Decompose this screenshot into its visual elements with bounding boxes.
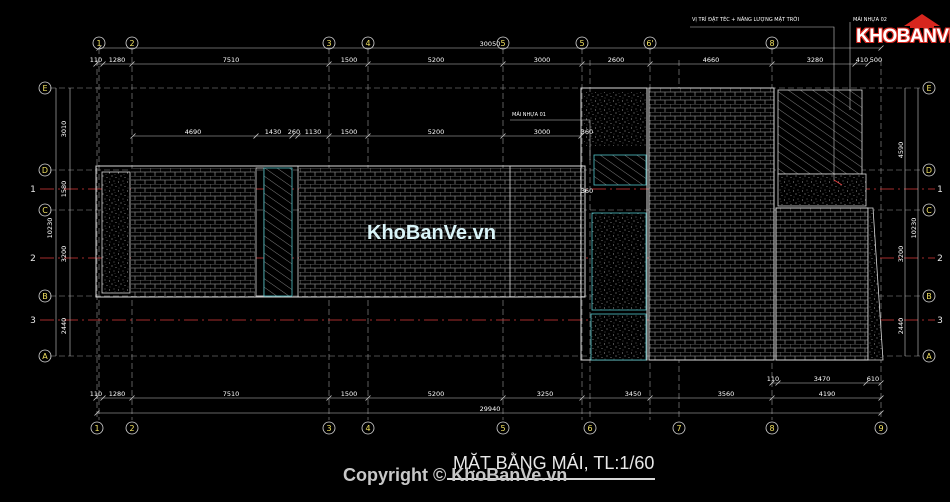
copyright-watermark: Copyright © KhoBanVe.vn bbox=[343, 465, 568, 485]
grid-bubble-bottom-label: 7 bbox=[676, 424, 681, 433]
grid-bubble-top-label: 1 bbox=[96, 39, 101, 48]
grid-bubble-top-label: 5 bbox=[579, 39, 584, 48]
red-axis-label-left: 2 bbox=[30, 254, 36, 264]
solar-tank-label: VỊ TRÍ ĐẶT TÉC + NĂNG LƯỢNG MẶT TRỜI bbox=[692, 15, 799, 23]
grid-bubble-bottom-label: 2 bbox=[129, 424, 134, 433]
dim-left-label: 10230 bbox=[46, 218, 54, 239]
grid-bubble-bottom-label: 9 bbox=[878, 424, 883, 433]
grid-bubble-right-label: A bbox=[926, 352, 932, 361]
dim-top-label: 5200 bbox=[428, 56, 445, 64]
dim-bottom-label: 110 bbox=[90, 390, 102, 398]
red-axis-label-left: 1 bbox=[30, 185, 36, 195]
grid-bubble-bottom-label: 6 bbox=[587, 424, 592, 433]
grid-bubble-right-label: D bbox=[926, 166, 932, 175]
red-axis-label-right: 3 bbox=[937, 316, 943, 326]
dim-top-label: 3280 bbox=[807, 56, 824, 64]
dim-top-label: 3000 bbox=[534, 56, 551, 64]
left-roof-block bbox=[95, 165, 586, 298]
logo-text: KHOBANVE bbox=[856, 26, 950, 47]
red-axis-label-left: 3 bbox=[30, 316, 36, 326]
grid-bubble-left-label: B bbox=[42, 292, 48, 301]
grid-bubble-bottom-label: 1 bbox=[94, 424, 99, 433]
dim-bottom-label: 1280 bbox=[109, 390, 126, 398]
dim-inner-label: 1430 bbox=[265, 128, 282, 136]
dim-top-label: 1280 bbox=[109, 56, 126, 64]
dim-bottom-label: 3250 bbox=[537, 390, 554, 398]
dim-bottom-label: 7510 bbox=[223, 390, 240, 398]
dim-bottom-upper-label: 610 bbox=[867, 375, 879, 383]
khobanve-logo: KHOBANVE bbox=[846, 12, 950, 50]
dim-inner-label: 1130 bbox=[305, 128, 322, 136]
dim-right-label: 4590 bbox=[897, 142, 905, 159]
dim-bottom-label: 4190 bbox=[819, 390, 836, 398]
grid-bubble-top-label: 8 bbox=[769, 39, 774, 48]
grid-bubble-top-label: 4 bbox=[365, 39, 370, 48]
dim-right-label: 2440 bbox=[897, 318, 905, 335]
right-roof-block bbox=[648, 87, 884, 361]
dim-right-label: 10230 bbox=[910, 218, 918, 239]
grid-bubble-bottom-label: 5 bbox=[500, 424, 505, 433]
dim-bottom-label: 5200 bbox=[428, 390, 445, 398]
grid-bubble-right-label: B bbox=[926, 292, 932, 301]
grid-bubble-right-label: C bbox=[926, 206, 932, 215]
roof-plan-drawing: 30050110 1280 7510 1500 5200 3000 2600 4660 3280… bbox=[30, 15, 943, 435]
grid-bubble-right-label: E bbox=[926, 84, 931, 93]
red-axis-label-right: 1 bbox=[937, 185, 943, 195]
grid-bubble-bottom-label: 8 bbox=[769, 424, 774, 433]
dim-inner-label: 3000 bbox=[534, 128, 551, 136]
dim-inner-label: 5200 bbox=[428, 128, 445, 136]
dim-bottom-upper-label: 110 bbox=[767, 375, 779, 383]
dim-bottom-label: 3560 bbox=[718, 390, 735, 398]
dim-left-label: 1580 bbox=[60, 181, 68, 198]
grid-bubble-bottom-label: 4 bbox=[365, 424, 370, 433]
dim-top-label: 410 bbox=[856, 56, 868, 64]
dim-top-label: 4660 bbox=[703, 56, 720, 64]
grid-bubble-top-label: 3 bbox=[326, 39, 331, 48]
roof-sheet-01-label: MÁI NHỰA 01 bbox=[512, 111, 546, 118]
dim-top-label: 110 bbox=[90, 56, 102, 64]
dim-inner-label: 1500 bbox=[341, 128, 358, 136]
dim-inner-label: 360 bbox=[581, 128, 593, 136]
dim-left-label: 2440 bbox=[60, 318, 68, 335]
grid-bubble-left-label: A bbox=[42, 352, 48, 361]
grid-bubble-left-label: C bbox=[42, 206, 48, 215]
dim-bottom-total-label: 29940 bbox=[480, 405, 501, 413]
dim-bottom-label: 1500 bbox=[341, 390, 358, 398]
dim-top-label: 1500 bbox=[341, 56, 358, 64]
dim-top-label: 500 bbox=[870, 56, 882, 64]
dim-top-label: 7510 bbox=[223, 56, 240, 64]
grid-bubble-left-label: E bbox=[42, 84, 47, 93]
dim-inner-label: 4690 bbox=[185, 128, 202, 136]
grid-bubble-top-label: 6' bbox=[646, 39, 653, 48]
grid-bubble-left-label: D bbox=[42, 166, 48, 175]
dim-top-label: 2600 bbox=[608, 56, 625, 64]
dim-inner-label: 360 bbox=[581, 187, 593, 195]
dim-inner-label: 260 bbox=[288, 128, 300, 136]
dim-left-label: 3200 bbox=[60, 246, 68, 263]
grid-bubble-bottom-label: 3 bbox=[326, 424, 331, 433]
grid-bubble-top-label: 2 bbox=[129, 39, 134, 48]
red-axis-label-right: 2 bbox=[937, 254, 943, 264]
dim-bottom-upper-label: 3470 bbox=[814, 375, 831, 383]
center-watermark: KhoBanVe.vn bbox=[367, 222, 496, 244]
dim-left-label: 3010 bbox=[60, 121, 68, 138]
dim-right-label: 3200 bbox=[897, 246, 905, 263]
grid-bubble-top-label: 5 bbox=[500, 39, 505, 48]
dim-bottom-label: 3450 bbox=[625, 390, 642, 398]
